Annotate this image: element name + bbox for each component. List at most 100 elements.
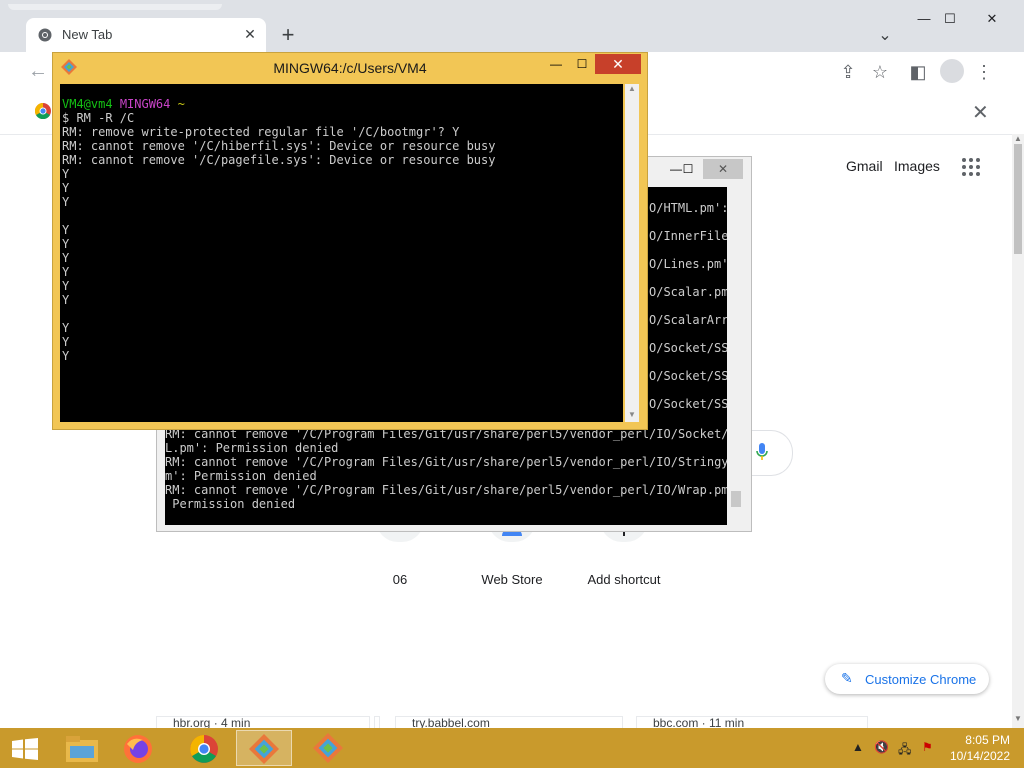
output-fragment: O/InnerFile: [649, 229, 727, 243]
back-button[interactable]: ←: [28, 60, 48, 83]
chrome-logo-icon: [35, 103, 51, 119]
prompt-path: ~: [177, 97, 185, 111]
firefox-icon: [124, 735, 152, 763]
start-button[interactable]: [0, 730, 56, 766]
clock-date[interactable]: 10/14/2022: [940, 749, 1010, 763]
chrome-menu-icon[interactable]: ⋮: [972, 60, 996, 84]
terminal-scroll-down-icon[interactable]: ▼: [628, 410, 636, 419]
pencil-icon: ✎: [841, 670, 853, 686]
output-line: Y: [62, 251, 70, 265]
windows-logo-icon: [12, 738, 38, 760]
bookmark-star-icon[interactable]: ☆: [868, 60, 892, 84]
output-fragment: O/HTML.pm':: [649, 201, 727, 215]
terminal-close-button[interactable]: ✕: [595, 54, 641, 74]
output-line: RM: cannot remove '/C/Program Files/Git/…: [165, 455, 727, 469]
output-fragment: O/Lines.pm': [649, 257, 727, 271]
output-fragment: O/Socket/SS: [649, 369, 727, 383]
terminal-back-lines: RM: cannot remove '/C/Program Files/Git/…: [165, 427, 727, 511]
output-line: Y: [62, 265, 70, 279]
output-line: m': Permission denied: [165, 469, 317, 483]
output-line: Y: [62, 293, 70, 307]
prompt-line: VM4@vm4 MINGW64 ~: [62, 97, 495, 111]
terminal-back-maximize-button[interactable]: ☐: [673, 159, 703, 179]
clock-time[interactable]: 8:05 PM: [940, 733, 1010, 747]
shortcut-label[interactable]: 06: [340, 572, 460, 587]
side-panel-icon[interactable]: ◧: [906, 60, 930, 84]
images-link[interactable]: Images: [894, 158, 940, 174]
close-button[interactable]: ✕: [978, 8, 1006, 30]
microphone-icon: [756, 443, 768, 460]
tab-new-tab[interactable]: New Tab ✕: [26, 18, 266, 52]
chrome-tabstrip: New Tab ✕ + ⌄ — ☐ ✕: [0, 0, 1024, 52]
output-fragment: O/Scalar.pm: [649, 285, 727, 299]
shortcut-label[interactable]: Web Store: [452, 572, 572, 587]
output-line: Y: [62, 279, 70, 293]
output-line: Y: [62, 223, 70, 237]
output-line: Y: [62, 237, 70, 251]
prompt-user: VM4@vm4: [62, 97, 113, 111]
minimize-button[interactable]: —: [910, 8, 938, 30]
git-bash-icon: [249, 734, 279, 764]
output-line: Y: [62, 321, 70, 335]
output-line: L.pm': Permission denied: [165, 441, 339, 455]
output-line: RM: cannot remove '/C/hiberfil.sys': Dev…: [62, 139, 496, 153]
output-line: Y: [62, 349, 70, 363]
tab-search-icon[interactable]: ⌄: [874, 25, 896, 47]
output-line: RM: cannot remove '/C/Program Files/Git/…: [165, 483, 727, 497]
profile-avatar[interactable]: [940, 59, 964, 83]
terminal-back-scrollbar-thumb[interactable]: [731, 491, 741, 507]
tab-close-icon[interactable]: ✕: [240, 24, 260, 44]
previous-tab[interactable]: [8, 4, 222, 10]
new-tab-button[interactable]: +: [276, 24, 300, 48]
volume-muted-icon[interactable]: 🔇: [874, 740, 889, 754]
output-fragment: O/ScalarArr: [649, 313, 727, 327]
customize-chrome-button[interactable]: ✎ Customize Chrome: [825, 664, 989, 694]
output-fragment: O/Socket/SS: [649, 341, 727, 355]
gmail-link[interactable]: Gmail: [846, 158, 883, 174]
prompt-env: MINGW64: [119, 97, 171, 111]
output-line: Y: [62, 181, 70, 195]
customize-chrome-label: Customize Chrome: [865, 672, 977, 687]
page-scrollbar[interactable]: ▲ ▼: [1012, 134, 1024, 728]
output-line: Permission denied: [165, 497, 296, 511]
output-fragment: O/Socket/SS: [649, 397, 727, 411]
scroll-up-icon[interactable]: ▲: [1014, 134, 1022, 143]
shortcut-label[interactable]: Add shortcut: [564, 572, 684, 587]
taskbar: ▲ 🔇 🖧 ⚑ 8:05 PM 10/14/2022: [0, 728, 1024, 768]
terminal-scrollbar[interactable]: ▲ ▼: [625, 84, 639, 422]
terminal-lines: VM4@vm4 MINGW64 ~ $ RM -R /C RM: remove …: [62, 97, 495, 363]
taskbar-git-bash-active[interactable]: [236, 730, 292, 766]
output-line: Y: [62, 335, 70, 349]
output-line: RM: cannot remove '/C/pagefile.sys': Dev…: [62, 153, 496, 167]
command-line: $ RM -R /C: [62, 111, 135, 125]
taskbar-file-explorer[interactable]: [54, 730, 110, 766]
terminal-back-close-button[interactable]: ✕: [703, 159, 743, 179]
google-apps-icon[interactable]: [962, 158, 980, 176]
tab-title: New Tab: [62, 27, 113, 42]
terminal-back-scrollbar[interactable]: [729, 187, 743, 525]
output-line: RM: remove write-protected regular file …: [62, 125, 460, 139]
scroll-down-icon[interactable]: ▼: [1014, 714, 1022, 723]
output-line: Y: [62, 167, 70, 181]
promo-close-icon[interactable]: ✕: [972, 100, 989, 125]
terminal-minimize-button[interactable]: —: [543, 54, 569, 74]
taskbar-chrome[interactable]: [176, 730, 232, 766]
taskbar-git-bash[interactable]: [300, 730, 356, 766]
chrome-icon: [38, 28, 52, 42]
show-hidden-icons-icon[interactable]: ▲: [852, 740, 864, 754]
chrome-icon: [190, 735, 218, 763]
terminal-maximize-button[interactable]: ☐: [569, 54, 595, 74]
share-icon[interactable]: ⇪: [836, 60, 860, 84]
network-icon[interactable]: 🖧: [898, 740, 911, 761]
terminal-output[interactable]: VM4@vm4 MINGW64 ~ $ RM -R /C RM: remove …: [60, 84, 623, 422]
output-line: Y: [62, 195, 70, 209]
git-bash-icon: [313, 733, 343, 763]
scrollbar-thumb[interactable]: [1014, 144, 1022, 254]
maximize-button[interactable]: ☐: [936, 8, 964, 30]
action-center-icon[interactable]: ⚑: [922, 740, 933, 754]
taskbar-firefox[interactable]: [110, 730, 166, 766]
terminal-window-front[interactable]: MINGW64:/c/Users/VM4 — ☐ ✕ VM4@vm4 MINGW…: [52, 52, 648, 430]
terminal-scroll-up-icon[interactable]: ▲: [628, 84, 636, 93]
